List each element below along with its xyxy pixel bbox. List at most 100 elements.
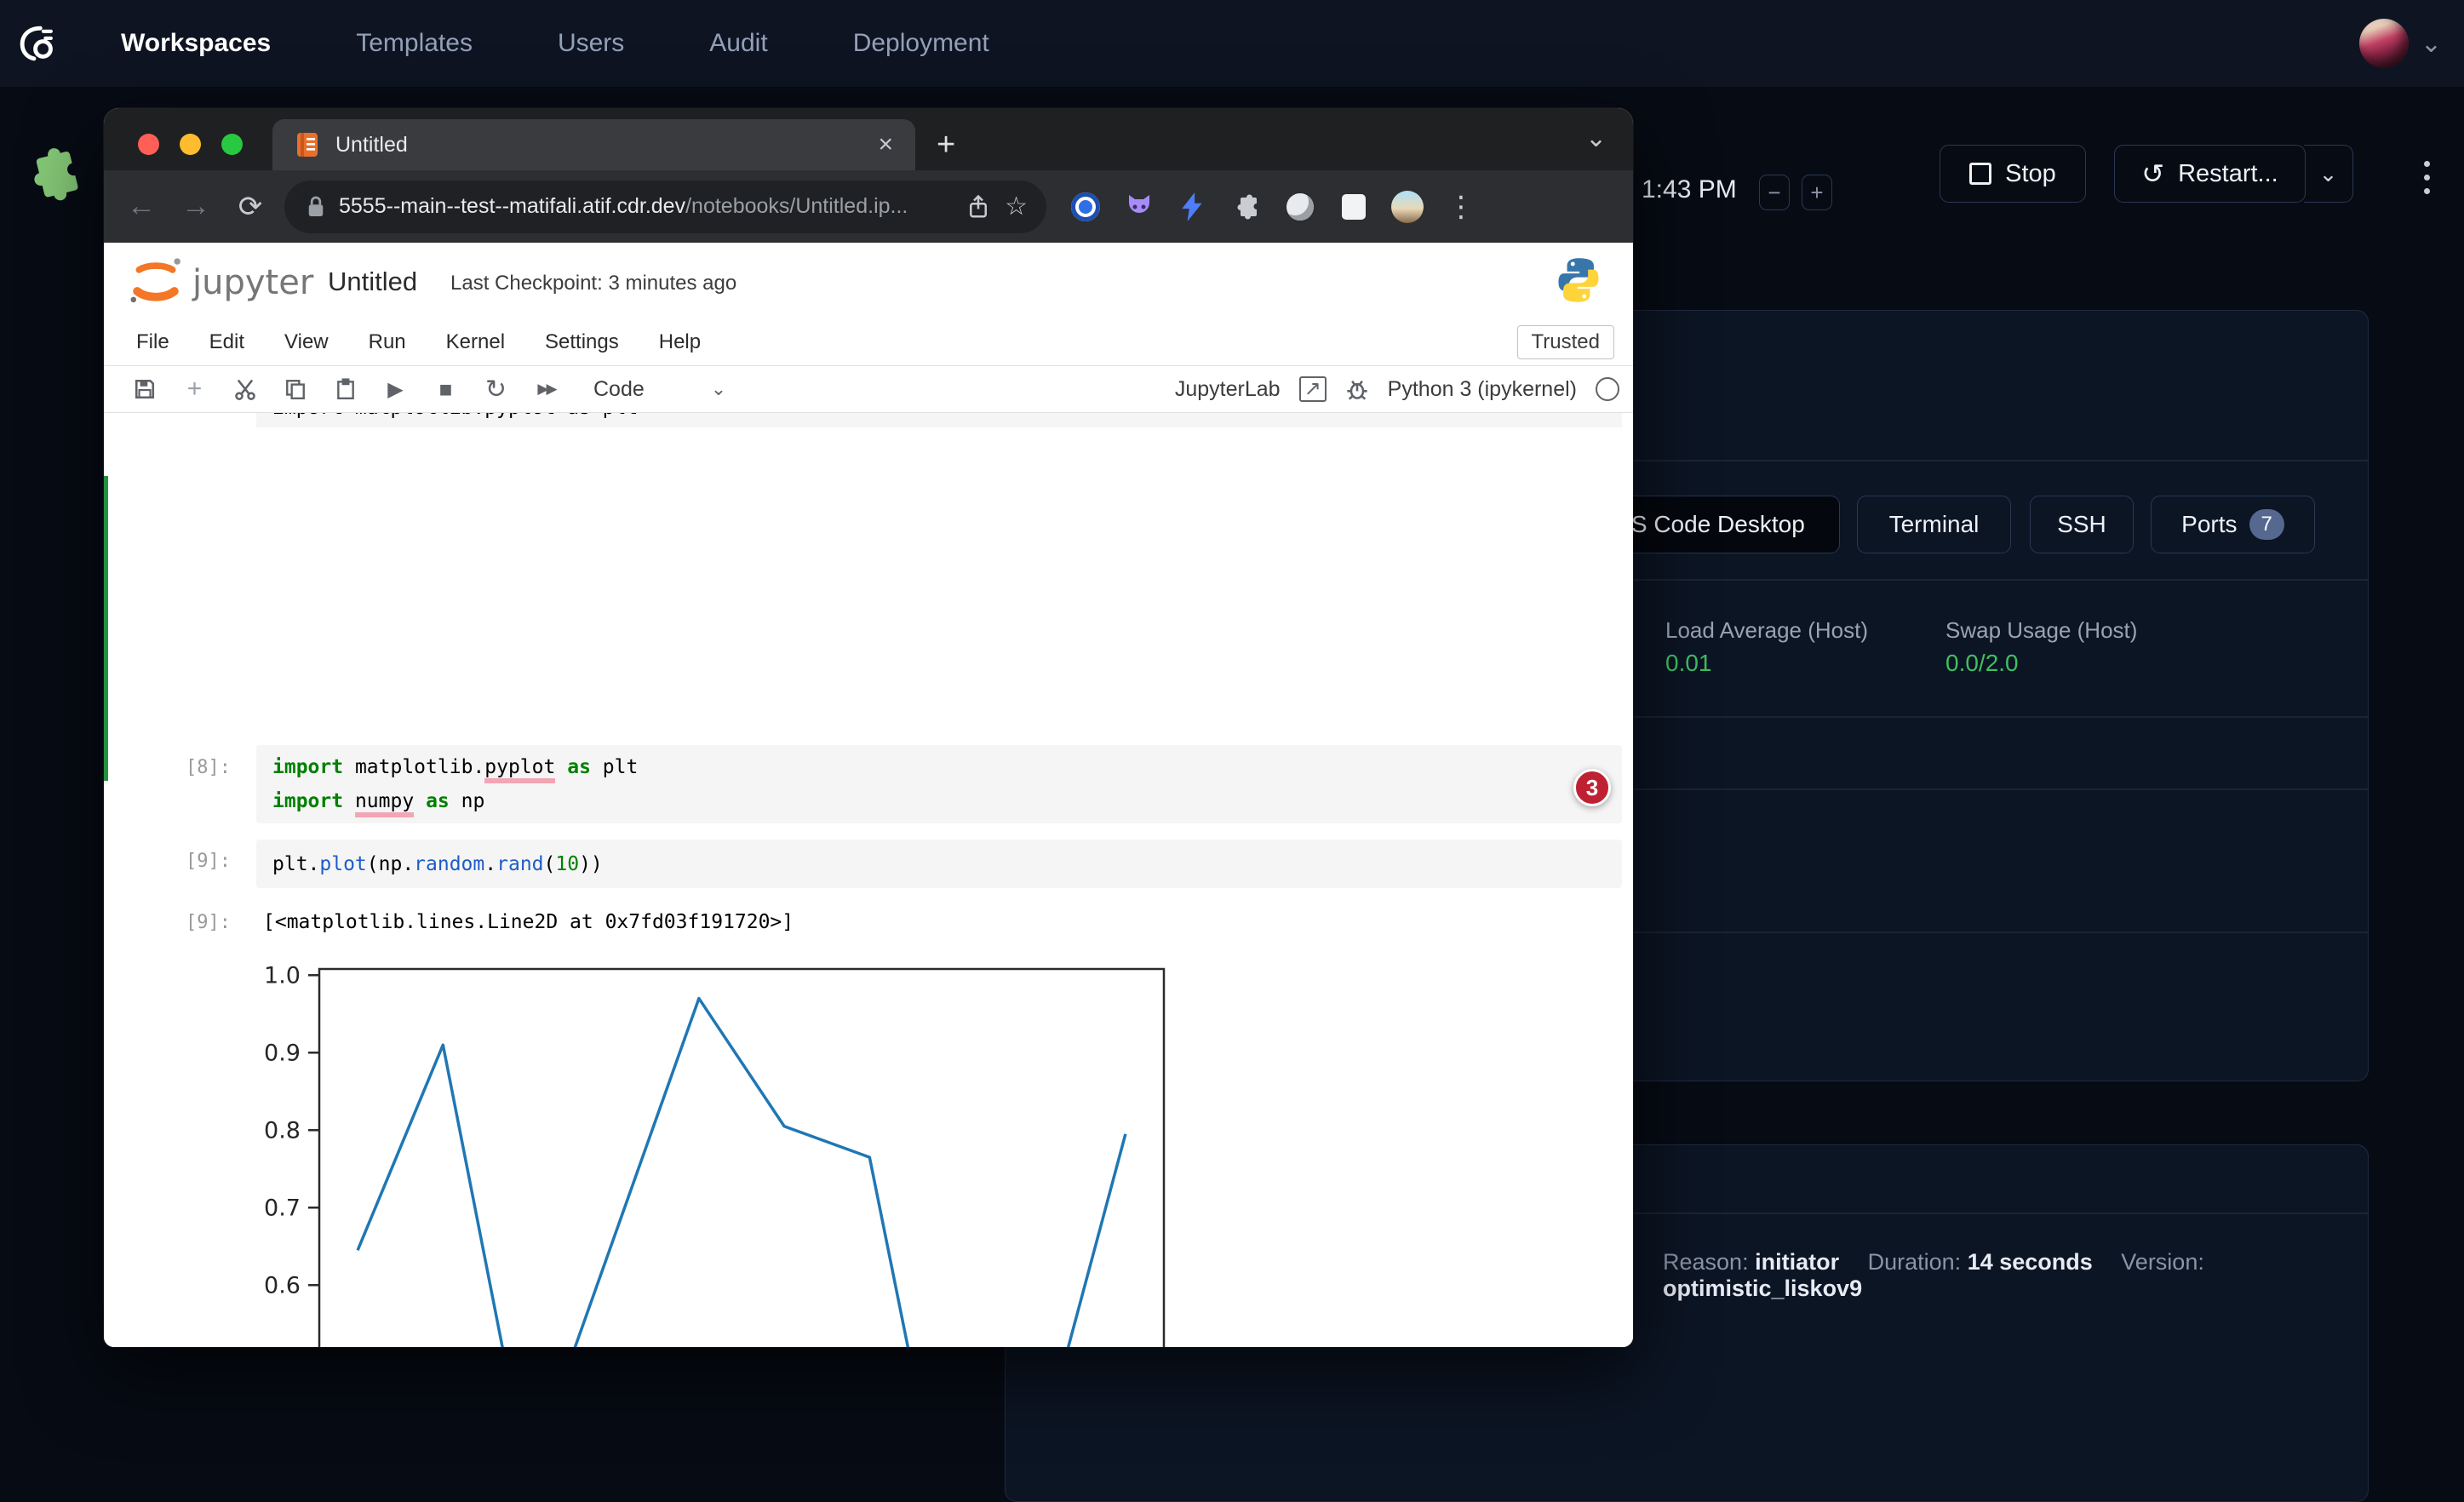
nav-item-deployment[interactable]: Deployment [853, 29, 989, 58]
browser-toolbar: ← → ⟳ 5555--main--test--matifali.atif.cd… [104, 170, 1633, 243]
checkpoint-status: Last Checkpoint: 3 minutes ago [450, 272, 736, 295]
nav-item-audit[interactable]: Audit [709, 29, 767, 58]
maximize-window-button[interactable] [221, 134, 243, 155]
cell-type-dropdown[interactable]: Code [593, 377, 645, 402]
share-icon[interactable] [967, 194, 989, 220]
browser-tab[interactable]: Untitled × [272, 119, 915, 170]
cat-extension-icon[interactable] [1112, 192, 1166, 221]
jupyter-toolbar: + ▶ ■ ↻ ▶▶ Code ⌄ JupyterLab ↗ Python 3 … [104, 366, 1633, 413]
swap-usage-value: 0.0/2.0 [1945, 650, 2019, 677]
ghost-extension-icon[interactable] [1273, 193, 1327, 221]
chevron-down-icon[interactable]: ⌄ [2421, 29, 2442, 59]
lightning-extension-icon[interactable] [1166, 192, 1219, 221]
kernel-status-icon [1596, 377, 1619, 401]
tab-search-chevron-icon[interactable]: ⌄ [1585, 123, 1607, 153]
coder-logo[interactable] [15, 21, 60, 66]
svg-text:0.8: 0.8 [264, 1117, 301, 1144]
user-avatar[interactable] [2359, 19, 2409, 68]
schedule-time: 1:43 PM [1642, 175, 1737, 204]
menu-run[interactable]: Run [369, 330, 406, 354]
nav-item-workspaces[interactable]: Workspaces [121, 29, 271, 58]
jupyter-logo [126, 253, 186, 309]
menu-file[interactable]: File [136, 330, 169, 354]
jupyter-brand: jupyter [192, 263, 313, 302]
run-cell-icon[interactable]: ▶ [370, 377, 421, 402]
schedule-plus-button[interactable]: + [1802, 175, 1832, 210]
chevron-down-icon[interactable]: ⌄ [711, 378, 726, 400]
copy-cell-icon[interactable] [270, 378, 320, 400]
save-icon[interactable] [119, 378, 169, 400]
kernel-name[interactable]: Python 3 (ipykernel) [1388, 377, 1577, 402]
active-cell-indicator [104, 476, 108, 781]
notebook-title[interactable]: Untitled [328, 267, 417, 297]
nav-item-users[interactable]: Users [558, 29, 624, 58]
output-text: [<matplotlib.lines.Line2D at 0x7fd03f191… [263, 911, 794, 933]
code-cell-8[interactable]: import matplotlib.pyplot as plt import n… [256, 745, 1622, 823]
stop-button[interactable]: Stop [1940, 145, 2086, 203]
svg-text:1.0: 1.0 [264, 962, 301, 989]
reload-icon[interactable]: ⟳ [223, 190, 278, 224]
url-path: /notebooks/Untitled.ip... [685, 194, 908, 219]
menu-view[interactable]: View [284, 330, 329, 354]
build-duration: 14 seconds [1968, 1249, 2093, 1275]
open-jupyterlab-link[interactable]: JupyterLab [1175, 377, 1281, 402]
build-info-row: Reason: initiator Duration: 14 seconds V… [1663, 1249, 2368, 1302]
matplotlib-line-chart: 0.20.30.40.50.60.70.80.91.002468 [230, 948, 1209, 1347]
trusted-button[interactable]: Trusted [1517, 325, 1614, 359]
build-reason: initiator [1755, 1249, 1839, 1275]
jupyter-app-puzzle-icon[interactable] [24, 146, 82, 204]
ssh-button[interactable]: SSH [2030, 496, 2134, 553]
svg-text:0.9: 0.9 [264, 1040, 301, 1066]
external-link-icon[interactable]: ↗ [1299, 376, 1327, 402]
python-logo [1556, 256, 1601, 304]
onepassword-extension-icon[interactable] [1058, 192, 1112, 221]
swap-usage-label: Swap Usage (Host) [1945, 617, 2137, 644]
menu-help[interactable]: Help [659, 330, 701, 354]
chrome-profile-avatar[interactable] [1380, 191, 1434, 223]
jupyter-header: jupyter Untitled Last Checkpoint: 3 minu… [104, 243, 1633, 319]
build-version: optimistic_liskov9 [1663, 1276, 1862, 1301]
chevron-down-icon: ⌄ [2305, 161, 2352, 187]
nav-item-templates[interactable]: Templates [356, 29, 473, 58]
schedule-minus-button[interactable]: − [1759, 175, 1790, 210]
tab-strip: Untitled × + ⌄ [104, 108, 1633, 170]
output-prompt: [9]: [186, 912, 231, 933]
interrupt-kernel-icon[interactable]: ■ [421, 376, 471, 403]
tab-title: Untitled [335, 133, 878, 158]
forward-icon[interactable]: → [169, 190, 223, 223]
paste-cell-icon[interactable] [320, 378, 370, 400]
new-tab-button[interactable]: + [937, 127, 955, 163]
browser-menu-kebab-icon[interactable]: ⋮ [1434, 190, 1488, 224]
extensions-puzzle-icon[interactable] [1219, 193, 1273, 221]
lock-icon [307, 195, 325, 219]
cell-prompt: [8]: [186, 757, 231, 778]
bookmark-star-icon[interactable]: ☆ [1005, 192, 1028, 221]
stop-icon [1969, 163, 1991, 185]
restart-kernel-icon[interactable]: ↻ [471, 375, 521, 404]
load-average-value: 0.01 [1665, 650, 1712, 677]
code-cell-9[interactable]: plt.plot(np.random.rand(10)) [256, 840, 1622, 888]
debugger-bug-icon[interactable] [1345, 377, 1369, 401]
top-navigation: Workspaces Templates Users Audit Deploym… [0, 0, 2464, 87]
restart-split-button[interactable]: ↺ Restart... [2114, 145, 2306, 203]
add-cell-icon[interactable]: + [169, 375, 220, 404]
notebook-content: import matplotlib.pyplot as plt [8]: imp… [104, 413, 1633, 1347]
restart-options-button[interactable]: ⌄ [2304, 145, 2353, 203]
terminal-button[interactable]: Terminal [1857, 496, 2011, 553]
menu-settings[interactable]: Settings [545, 330, 619, 354]
workspace-menu-kebab[interactable] [2418, 152, 2435, 203]
address-bar[interactable]: 5555--main--test--matifali.atif.cdr.dev/… [284, 181, 1046, 233]
menu-edit[interactable]: Edit [209, 330, 244, 354]
svg-text:0.7: 0.7 [264, 1195, 301, 1221]
cut-cell-icon[interactable] [220, 377, 270, 401]
reader-extension-icon[interactable] [1327, 194, 1380, 220]
notebook-favicon [296, 132, 318, 158]
close-window-button[interactable] [138, 134, 159, 155]
minimize-window-button[interactable] [180, 134, 201, 155]
ports-button[interactable]: Ports 7 [2151, 496, 2315, 553]
clipped-cell[interactable]: import matplotlib.pyplot as plt [256, 413, 1622, 427]
menu-kernel[interactable]: Kernel [446, 330, 505, 354]
run-all-icon[interactable]: ▶▶ [521, 381, 571, 398]
back-icon[interactable]: ← [114, 190, 169, 223]
close-tab-icon[interactable]: × [878, 130, 893, 159]
